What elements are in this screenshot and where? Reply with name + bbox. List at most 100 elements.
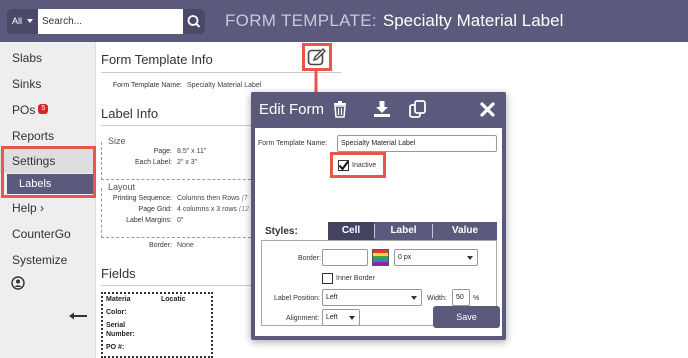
sidebar-item-label: Systemize xyxy=(12,253,68,267)
tab-label[interactable]: Label xyxy=(375,222,432,240)
search-box: All xyxy=(7,9,205,34)
chevron-down-icon xyxy=(27,19,33,23)
each-label-size-value: 2" x 3" xyxy=(177,159,198,166)
width-field[interactable]: 50 xyxy=(452,289,470,306)
top-bar: All FORM TEMPLATE: Specialty Material Lab… xyxy=(0,0,688,42)
page-grid-value: 4 columns x 3 rows (12 xyxy=(177,206,249,213)
sidebar-item-settings[interactable]: Settings xyxy=(0,149,96,173)
page-size-label: Page: xyxy=(153,148,172,155)
each-label-size-label: Each Label: xyxy=(135,159,172,166)
sidebar-item-help[interactable]: Help › xyxy=(0,196,96,220)
sidebar-item-labels[interactable]: Labels xyxy=(7,174,95,194)
fields-title: Fields xyxy=(101,266,136,281)
layout-title: Layout xyxy=(108,182,136,192)
preview-field: Locatic xyxy=(161,296,186,303)
border-color-field[interactable] xyxy=(322,249,368,266)
border-label: Border: xyxy=(298,255,321,262)
border-width-value: 0 px xyxy=(398,254,412,261)
download-icon[interactable] xyxy=(374,101,390,117)
tab-value[interactable]: Value xyxy=(433,222,497,240)
border-label: Border: xyxy=(149,242,172,249)
border-value: None xyxy=(177,242,194,249)
chevron-down-icon xyxy=(411,296,417,300)
form-template-info-title: Form Template Info xyxy=(101,52,213,67)
inactive-label: Inactive xyxy=(352,162,377,169)
alignment-value: Left xyxy=(326,314,338,321)
search-button[interactable] xyxy=(183,9,205,34)
color-picker-icon[interactable] xyxy=(372,249,389,266)
search-scope-dropdown[interactable]: All xyxy=(7,9,38,34)
tab-cell[interactable]: Cell xyxy=(328,222,374,240)
dialog-body: Form Template Name: Specialty Material L… xyxy=(255,128,502,336)
sidebar-item-label: Help › xyxy=(12,201,45,215)
printing-sequence-value: Columns then Rows (T xyxy=(177,195,249,202)
search-scope-label: All xyxy=(12,16,23,26)
divider xyxy=(101,72,341,73)
sidebar-item-systemize[interactable]: Systemize xyxy=(0,248,96,272)
collapse-sidebar-icon[interactable] xyxy=(68,308,88,320)
inner-border-label: Inner Border xyxy=(336,275,375,282)
sidebar-item-label: POs xyxy=(12,103,36,117)
preview-field: Number: xyxy=(106,331,135,338)
checkmark-icon xyxy=(338,160,349,171)
styles-label: Styles: xyxy=(265,226,298,237)
preview-field: Materia xyxy=(106,296,131,303)
inactive-checkbox[interactable] xyxy=(338,160,349,171)
chevron-down-icon xyxy=(467,256,473,260)
alignment-select[interactable]: Left xyxy=(322,309,360,326)
label-margins-value: 0" xyxy=(177,217,184,224)
trash-icon[interactable] xyxy=(333,101,347,118)
page-title-label: FORM TEMPLATE: xyxy=(225,11,377,30)
sidebar-item-reports[interactable]: Reports xyxy=(0,124,96,148)
divider xyxy=(101,285,251,286)
edit-icon xyxy=(307,48,326,66)
template-name-label: Form Template Name: xyxy=(258,140,328,147)
sidebar-item-sinks[interactable]: Sinks xyxy=(0,72,96,96)
sidebar-item-slabs[interactable]: Slabs xyxy=(0,46,96,70)
search-icon xyxy=(187,15,201,28)
label-position-label: Label Position: xyxy=(274,295,320,302)
duplicate-icon[interactable] xyxy=(409,100,427,118)
search-input[interactable] xyxy=(42,9,187,34)
width-label: Width: xyxy=(427,295,447,302)
edit-form-button[interactable] xyxy=(307,47,327,67)
dialog-title: Edit Form xyxy=(259,101,325,118)
sidebar-item-label: CounterGo xyxy=(12,227,71,241)
label-info-title: Label Info xyxy=(101,106,159,121)
form-template-name-label: Form Template Name: xyxy=(112,82,182,89)
sidebar: Slabs Sinks POs 5 Reports Settings Labels… xyxy=(0,42,96,358)
sidebar-item-countergo[interactable]: CounterGo xyxy=(0,222,96,246)
notification-badge: 5 xyxy=(38,104,49,114)
chevron-down-icon xyxy=(349,316,355,320)
sidebar-item-label: Slabs xyxy=(12,51,43,65)
alignment-label: Alignment: xyxy=(286,315,320,322)
preview-field: Color: xyxy=(106,309,127,316)
label-margins-label: Label Margins: xyxy=(126,217,172,224)
page-title-value: Specialty Material Label xyxy=(382,11,564,30)
preview-field: PO #: xyxy=(106,344,125,351)
label-position-select[interactable]: Left xyxy=(322,289,422,306)
page-size-value: 8.5" x 11" xyxy=(177,148,207,155)
sidebar-item-label: Sinks xyxy=(12,77,42,91)
form-template-name-value: Specialty Material Label xyxy=(187,82,262,89)
border-width-select[interactable]: 0 px xyxy=(394,249,478,266)
size-title: Size xyxy=(108,136,126,146)
inner-border-checkbox[interactable] xyxy=(322,273,333,284)
preview-field: Serial xyxy=(106,322,126,329)
user-account-icon[interactable] xyxy=(11,276,25,290)
width-unit: % xyxy=(473,295,480,302)
sidebar-item-pos[interactable]: POs 5 xyxy=(0,98,96,122)
save-button[interactable]: Save xyxy=(433,306,500,328)
label-preview: Materia Locatic Color: Serial Number: PO… xyxy=(101,292,213,358)
label-position-value: Left xyxy=(326,294,338,301)
close-icon[interactable] xyxy=(480,102,495,117)
sidebar-item-label: Labels xyxy=(19,178,52,190)
template-name-field[interactable]: Specialty Material Label xyxy=(337,135,497,152)
page-grid-label: Page Grid: xyxy=(138,206,172,213)
printing-sequence-label: Printing Sequence: xyxy=(112,195,172,202)
page-title: FORM TEMPLATE: Specialty Material Label xyxy=(225,11,563,31)
styles-tabs: Cell Label Value xyxy=(328,222,497,240)
sidebar-item-label: Reports xyxy=(12,129,55,143)
edit-form-dialog: Edit Form Form Template Name: Specialty … xyxy=(251,92,506,340)
sidebar-item-label: Settings xyxy=(12,154,56,168)
